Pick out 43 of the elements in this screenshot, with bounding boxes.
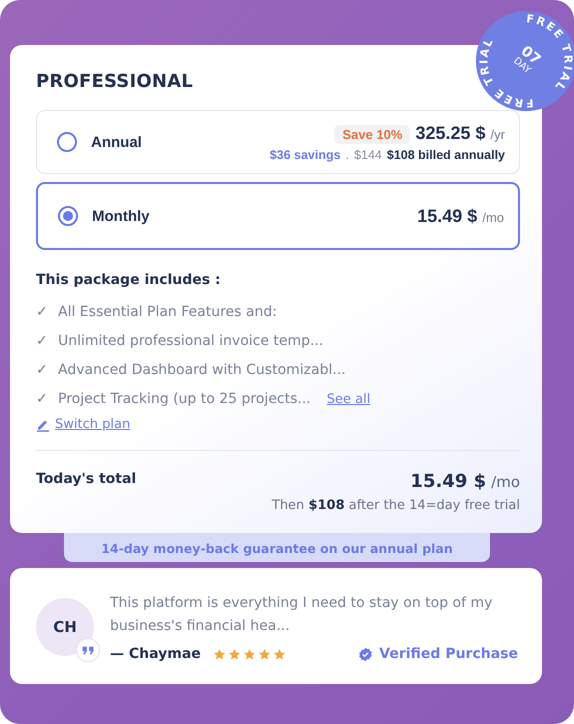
old-price: $144 xyxy=(354,148,382,162)
guarantee-banner: 14-day money-back guarantee on our annual plan xyxy=(64,533,490,562)
pencil-icon xyxy=(36,418,50,432)
feature-text: All Essential Plan Features and: xyxy=(58,304,277,320)
star-icon xyxy=(258,648,271,660)
check-mark: ✓ xyxy=(36,333,49,349)
check-mark: ✓ xyxy=(36,391,49,407)
price-unit: /mo xyxy=(491,473,520,491)
billed-text: $108 billed annually xyxy=(386,148,505,162)
star-icon xyxy=(272,648,286,660)
trial-note: Then $108 after the 14=day free trial xyxy=(272,498,520,513)
switch-plan-link[interactable]: Switch plan xyxy=(55,417,130,432)
author-name: — Chaymae xyxy=(110,646,201,662)
feature-text: Advanced Dashboard with Customizabl... xyxy=(58,362,346,378)
total-price: 15.49 $ xyxy=(410,471,486,492)
discount-tag: Save 10% xyxy=(334,124,410,144)
star-icon xyxy=(212,648,226,660)
check-mark: ✓ xyxy=(36,304,49,320)
option-label: Monthly xyxy=(92,208,150,224)
verified-badge-icon xyxy=(358,646,374,662)
verified-label: Verified Purchase xyxy=(379,646,518,662)
includes-heading: This package includes : xyxy=(36,272,222,288)
price-unit: /mo xyxy=(482,210,504,224)
check-mark: ✓ xyxy=(36,362,49,378)
star-icon xyxy=(228,648,241,660)
see-all-link[interactable]: See all xyxy=(326,392,370,407)
price: 325.25 $ xyxy=(415,122,486,144)
plan-option[interactable]: Annual Save 10% 325.25 $ /yr $36 savings . $144 $108 billed annually xyxy=(36,110,520,174)
separator-dot: . xyxy=(346,148,350,162)
avatar-initials: CH xyxy=(53,618,77,636)
option-label: Annual xyxy=(91,134,142,150)
savings-text: $36 savings xyxy=(270,148,341,162)
radio-button[interactable] xyxy=(58,206,78,226)
plan-title: PROFESSIONAL xyxy=(36,71,193,92)
plan-option[interactable]: Monthly 15.49 $ /mo xyxy=(36,182,520,250)
radio-button[interactable] xyxy=(57,132,77,152)
price: 15.49 $ xyxy=(417,206,478,226)
review-text: This platform is everything I need to stay on top of my business's financial hea... xyxy=(110,594,494,636)
feature-text: Project Tracking (up to 25 projects... xyxy=(58,391,311,407)
total-label: Today's total xyxy=(36,471,136,487)
feature-text: Unlimited professional invoice temp... xyxy=(58,333,324,349)
star-icon xyxy=(242,648,256,660)
price-unit: /yr xyxy=(490,126,505,142)
